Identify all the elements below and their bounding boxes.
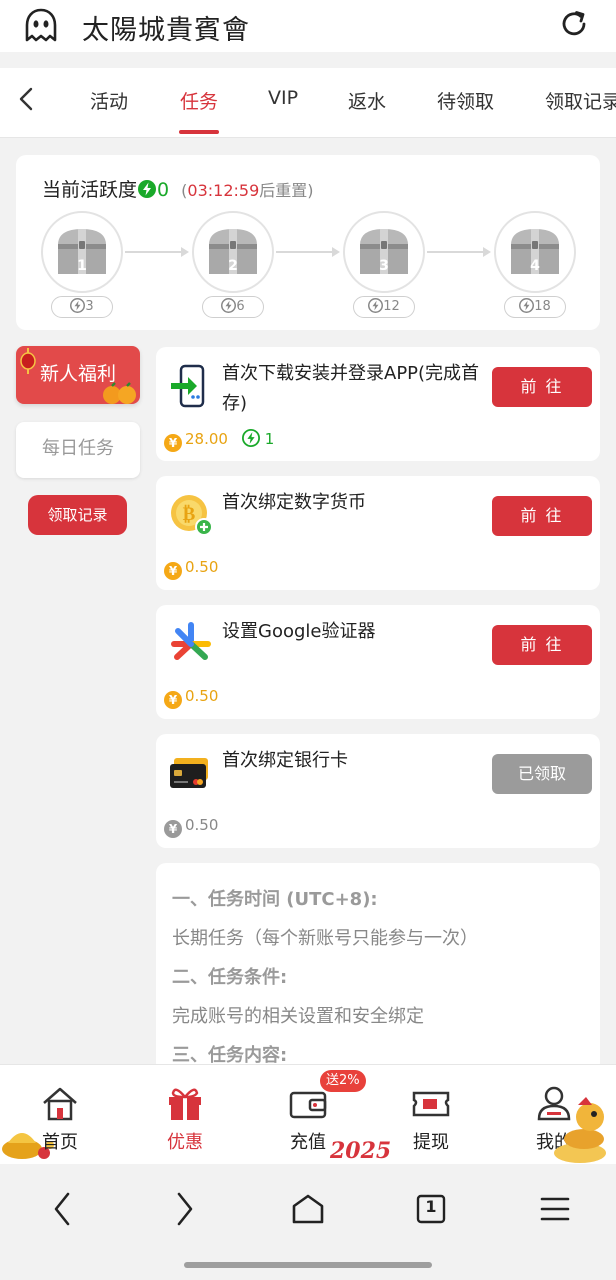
go-button[interactable]: 前 往	[492, 367, 592, 407]
energy-icon	[138, 180, 157, 198]
ticket-icon	[412, 1091, 450, 1117]
nav-home-label: 首页	[42, 1132, 78, 1153]
chest-number: 4	[530, 258, 540, 274]
go-button[interactable]: 前 往	[492, 625, 592, 665]
rules-heading: 一、任务时间 (UTC+8):	[172, 889, 378, 910]
treasure-chest-1[interactable]: 1	[41, 211, 123, 293]
task-card-bind-crypto: ₿ 首次绑定数字货币 前 往 ¥0.50	[156, 476, 600, 590]
energy-icon	[241, 429, 260, 447]
task-reward: ¥0.50	[164, 816, 218, 838]
phone-download-icon	[171, 364, 205, 408]
coin-icon: ¥	[164, 691, 182, 709]
energy-icon	[221, 298, 237, 313]
app-bar: 太陽城貴賓會	[0, 0, 616, 52]
task-reward: ¥0.50	[164, 687, 218, 709]
go-button[interactable]: 前 往	[492, 496, 592, 536]
chest-points-badge: 18	[504, 296, 566, 318]
sidebar-newbie-benefits[interactable]: 新人福利	[16, 346, 140, 404]
task-reward: ¥28.00 1	[164, 429, 274, 452]
menu-icon[interactable]	[540, 1196, 570, 1222]
gesture-pill	[184, 1262, 432, 1268]
task-name: 首次下载安装并登录APP(完成首存)	[222, 363, 480, 414]
treasure-chest-icon	[511, 229, 559, 274]
app-title: 太陽城貴賓會	[82, 15, 250, 46]
google-authenticator-icon	[171, 622, 211, 660]
snake-mascot-decoration	[554, 1097, 606, 1163]
activity-label: 当前活跃度	[42, 179, 138, 201]
coin-icon: ¥	[164, 820, 182, 838]
chest-points-badge: 6	[202, 296, 264, 318]
energy-icon	[368, 298, 384, 313]
nav-promotions-label: 优惠	[167, 1132, 203, 1153]
bottom-nav: 首页 优惠 充值 提现 我的	[0, 1064, 616, 1164]
treasure-chest-icon	[360, 229, 408, 274]
sidebar-daily-tasks[interactable]: 每日任务	[16, 422, 140, 478]
chest-number: 3	[379, 258, 389, 274]
tab-activity[interactable]: 活动	[90, 87, 128, 114]
home-button-icon[interactable]	[291, 1193, 325, 1225]
treasure-chest-icon	[58, 229, 106, 274]
tab-rebate[interactable]: 返水	[348, 87, 386, 114]
year-2025-decoration: 2025	[330, 1138, 392, 1164]
energy-icon	[70, 298, 86, 313]
refresh-icon[interactable]	[558, 8, 590, 40]
ghost-logo-icon[interactable]	[22, 7, 60, 45]
sidebar-claim-records-button[interactable]: 领取记录	[28, 495, 127, 535]
tab-count: 1	[425, 1197, 437, 1216]
treasure-chest-icon	[209, 229, 257, 274]
reset-timer: (03:12:59后重置)	[181, 181, 314, 200]
tab-claim-records[interactable]: 领取记录	[545, 87, 616, 114]
activity-card: 当前活跃度 0 (03:12:59后重置) 1 2 3 4 3 6 12 18	[16, 155, 600, 330]
tangerine-icon	[103, 382, 136, 404]
progress-arrow	[427, 247, 491, 257]
chest-number: 2	[228, 258, 238, 274]
task-card-bind-bank-card: 首次绑定银行卡 已领取 ¥0.50	[156, 734, 600, 848]
bitcoin-add-icon: ₿	[171, 495, 213, 536]
nav-withdraw-label: 提现	[413, 1132, 449, 1153]
chest-number: 1	[77, 258, 87, 274]
chest-points-badge: 3	[51, 296, 113, 318]
task-name: 首次绑定数字货币	[222, 492, 366, 513]
coin-icon: ¥	[164, 434, 182, 452]
deposit-bonus-badge: 送2%	[320, 1070, 366, 1092]
tab-bar: 活动 任务 VIP 返水 待领取 领取记录	[0, 68, 616, 138]
activity-header: 当前活跃度 0 (03:12:59后重置)	[42, 175, 314, 202]
task-name: 首次绑定银行卡	[222, 750, 348, 771]
gift-icon	[169, 1088, 201, 1120]
chest-points-badge: 12	[353, 296, 415, 318]
task-rules: 一、任务时间 (UTC+8): 长期任务（每个新账号只能参与一次） 二、任务条件…	[156, 863, 600, 1073]
back-icon[interactable]	[52, 1192, 72, 1226]
progress-arrow	[276, 247, 340, 257]
treasure-chest-3[interactable]: 3	[343, 211, 425, 293]
treasure-chest-2[interactable]: 2	[192, 211, 274, 293]
activity-value: 0	[157, 179, 170, 201]
coin-icon: ¥	[164, 562, 182, 580]
bank-card-icon	[170, 758, 208, 788]
tab-tasks[interactable]: 任务	[180, 87, 218, 114]
claimed-button: 已领取	[492, 754, 592, 794]
svg-text:₿: ₿	[183, 503, 196, 525]
wallet-icon	[289, 1091, 327, 1119]
task-card-download-app: 首次下载安装并登录APP(完成首存) 前 往 ¥28.00 1	[156, 347, 600, 461]
forward-icon[interactable]	[175, 1192, 195, 1226]
progress-arrow	[125, 247, 189, 257]
task-reward: ¥0.50	[164, 558, 218, 580]
lantern-icon	[20, 348, 36, 374]
chevron-left-icon[interactable]	[14, 86, 40, 112]
rules-text: 完成账号的相关设置和安全绑定	[172, 1006, 424, 1027]
rules-heading: 二、任务条件:	[172, 967, 288, 988]
task-card-google-authenticator: 设置Google验证器 前 往 ¥0.50	[156, 605, 600, 719]
rules-text: 长期任务（每个新账号只能参与一次）	[172, 928, 478, 949]
home-icon	[43, 1087, 77, 1121]
treasure-chest-4[interactable]: 4	[494, 211, 576, 293]
tab-pending[interactable]: 待领取	[437, 87, 494, 114]
task-name: 设置Google验证器	[222, 621, 376, 642]
active-tab-indicator	[179, 130, 219, 134]
tab-vip[interactable]: VIP	[268, 87, 298, 109]
energy-icon	[519, 298, 535, 313]
